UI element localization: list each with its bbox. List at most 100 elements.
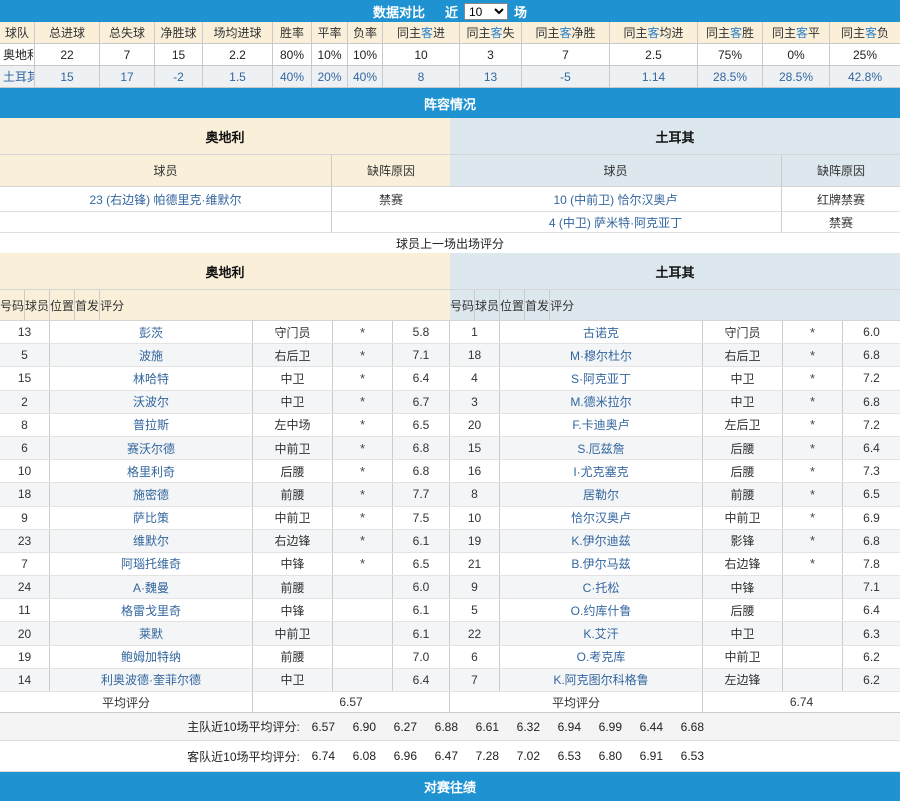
player-col-header: 球员 — [0, 155, 332, 186]
player-name-link[interactable]: 古诺克 — [583, 324, 619, 341]
player-number: 5 — [0, 344, 50, 366]
starter-mark: * — [783, 344, 843, 366]
starter-mark — [333, 669, 393, 691]
rating-value: 6.99 — [590, 720, 631, 734]
starter-mark — [783, 669, 843, 691]
player-number: 6 — [0, 437, 50, 459]
player-name-link[interactable]: K.艾汗 — [583, 625, 618, 642]
starter-mark: * — [783, 553, 843, 575]
starter-mark: * — [333, 321, 393, 343]
stats-value-cell: 20% — [312, 66, 348, 88]
player-number: 6 — [450, 646, 500, 668]
player-row: 3 M.德米拉尔 中卫 * 6.8 — [450, 391, 900, 414]
player-position: 前腰 — [253, 646, 333, 668]
rating-value: 6.68 — [672, 720, 713, 734]
recent-label: 近 — [445, 2, 458, 21]
player-name-link[interactable]: I·尤克塞克 — [573, 463, 628, 480]
stats-value-cell: 28.5% — [698, 66, 763, 88]
ratings-home-team-header: 奥地利 — [0, 253, 450, 290]
player-rating: 6.8 — [843, 530, 900, 552]
player-name-link[interactable]: 施密德 — [133, 486, 169, 503]
rating-value: 6.90 — [344, 720, 385, 734]
player-name-link[interactable]: 恰尔汉奥卢 — [571, 509, 631, 526]
player-name-link[interactable]: 赛沃尔德 — [127, 440, 175, 457]
reason-col-header: 缺阵原因 — [332, 155, 450, 186]
rating-value: 7.02 — [508, 749, 549, 763]
player-name-link[interactable]: 林哈特 — [133, 370, 169, 387]
lineup-section-bar: 阵容情况 — [0, 88, 900, 118]
ratings-away-rows: 1 古诺克 守门员 * 6.0 18 M·穆尔杜尔 右后卫 * 6.8 — [450, 321, 900, 692]
player-name-link[interactable]: F.卡迪奥卢 — [572, 416, 629, 433]
player-number: 7 — [0, 553, 50, 575]
stats-value-cell: 7 — [100, 44, 155, 66]
player-number: 13 — [0, 321, 50, 343]
stats-value-cell: 1.5 — [203, 66, 273, 88]
stats-value-cell: 10% — [312, 44, 348, 66]
stats-header-cell: 胜率 — [273, 22, 312, 44]
stats-value-cell: 17 — [100, 66, 155, 88]
stats-header-cell: 同主客失 — [460, 22, 522, 44]
player-name-link[interactable]: O.约库什鲁 — [571, 602, 632, 619]
player-name-link[interactable]: A·魏曼 — [133, 579, 169, 596]
player-row: 1 古诺克 守门员 * 6.0 — [450, 321, 900, 344]
absent-player-link[interactable]: 23 (右边锋) 帕德里克·维默尔 — [0, 187, 332, 211]
player-rating: 7.0 — [393, 646, 450, 668]
stats-value-cell: 15 — [155, 44, 203, 66]
player-name-link[interactable]: 格雷戈里奇 — [121, 602, 181, 619]
player-rating: 7.7 — [393, 483, 450, 505]
starter-mark: * — [333, 344, 393, 366]
player-row: 2 沃波尔 中卫 * 6.7 — [0, 391, 450, 414]
rating-value: 6.88 — [426, 720, 467, 734]
player-name-link[interactable]: S·阿克亚丁 — [571, 370, 631, 387]
player-number: 15 — [450, 437, 500, 459]
player-number: 19 — [0, 646, 50, 668]
player-name-link[interactable]: K.阿克图尔科格鲁 — [553, 671, 648, 688]
player-name-link[interactable]: B.伊尔马兹 — [571, 555, 630, 572]
player-name-link[interactable]: S.厄兹詹 — [577, 440, 624, 457]
player-number: 8 — [450, 483, 500, 505]
player-name-link[interactable]: 格里利奇 — [127, 463, 175, 480]
rating-value: 6.96 — [385, 749, 426, 763]
player-name-link[interactable]: 利奥波德·奎菲尔德 — [101, 671, 201, 688]
player-name-link[interactable]: 彭茨 — [139, 324, 163, 341]
player-name-link[interactable]: K.伊尔迪兹 — [571, 532, 630, 549]
player-name-link[interactable]: 阿瑙托维奇 — [121, 555, 181, 572]
player-name-link[interactable]: 沃波尔 — [133, 393, 169, 410]
stats-value-cell: 1.14 — [610, 66, 698, 88]
matches-unit-label: 场 — [514, 2, 527, 21]
player-number: 14 — [0, 669, 50, 691]
player-name-link[interactable]: 波施 — [139, 347, 163, 364]
player-name-link[interactable]: 居勒尔 — [583, 486, 619, 503]
player-position: 中锋 — [253, 553, 333, 575]
player-name-link[interactable]: 莱默 — [139, 625, 163, 642]
player-number: 1 — [450, 321, 500, 343]
player-name-link[interactable]: O.考克库 — [577, 648, 626, 665]
player-name-link[interactable]: M·穆尔杜尔 — [570, 347, 632, 364]
player-name-link[interactable]: 萨比策 — [133, 509, 169, 526]
absent-player-link[interactable] — [0, 212, 332, 232]
player-name-link[interactable]: 鲍姆加特纳 — [121, 648, 181, 665]
absent-player-link[interactable]: 4 (中卫) 萨米特·阿克亚丁 — [450, 212, 782, 232]
player-position: 影锋 — [703, 530, 783, 552]
match-count-select[interactable]: 10 — [464, 3, 508, 20]
rating-value: 6.27 — [385, 720, 426, 734]
player-position: 前腰 — [703, 483, 783, 505]
absent-player-link[interactable]: 10 (中前卫) 恰尔汉奥卢 — [450, 187, 782, 211]
player-rating: 7.5 — [393, 507, 450, 529]
player-rating: 6.8 — [843, 391, 900, 413]
player-row: 16 I·尤克塞克 后腰 * 7.3 — [450, 460, 900, 483]
player-row: 8 居勒尔 前腰 * 6.5 — [450, 483, 900, 506]
player-name-link[interactable]: M.德米拉尔 — [570, 393, 631, 410]
stats-value-cell: 8 — [383, 66, 460, 88]
stats-value-cell: -2 — [155, 66, 203, 88]
player-name-link[interactable]: 维默尔 — [133, 532, 169, 549]
player-rating: 6.2 — [843, 646, 900, 668]
player-name-link[interactable]: C·托松 — [583, 579, 620, 596]
player-col-header: 球员 — [450, 155, 782, 186]
player-rating: 6.0 — [843, 321, 900, 343]
stats-value-cell: 0% — [763, 44, 830, 66]
lineup-away-col-header: 球员 缺阵原因 — [450, 155, 900, 187]
player-name-link[interactable]: 普拉斯 — [133, 416, 169, 433]
ratings-col-header-cell: 球员 — [475, 290, 500, 320]
header-highlight-char: 客 — [490, 24, 502, 41]
